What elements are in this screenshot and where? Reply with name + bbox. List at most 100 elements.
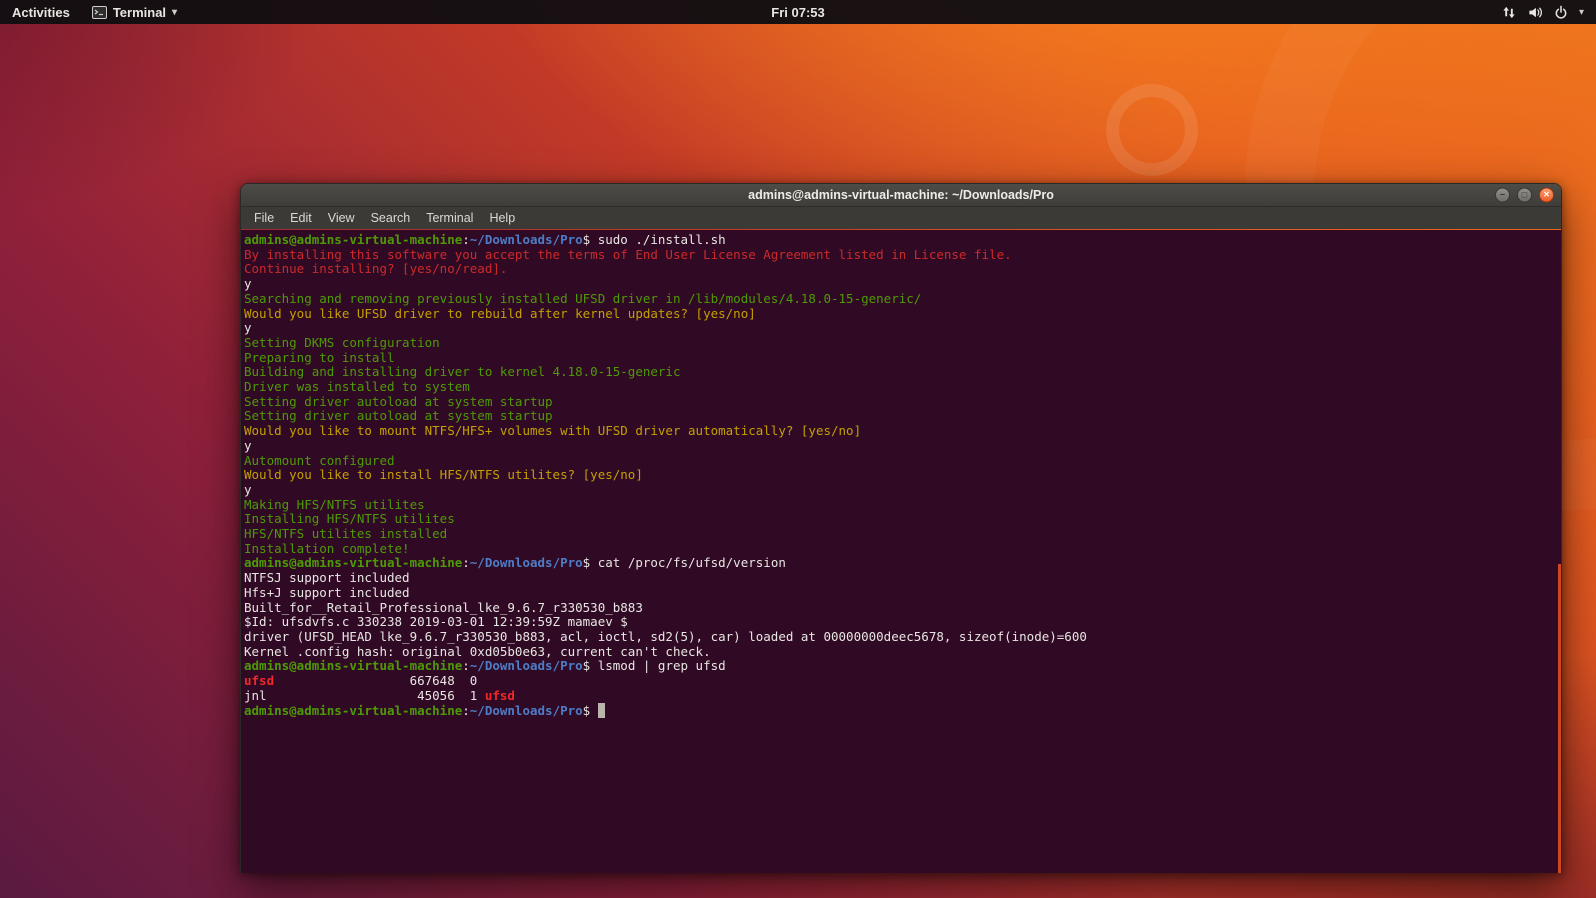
terminal-line: admins@admins-virtual-machine:~/Download… xyxy=(244,702,1561,719)
terminal-text-segment: Setting DKMS configuration xyxy=(244,334,440,350)
terminal-text-segment: Would you like to mount NTFS/HFS+ volume… xyxy=(244,423,862,439)
clock[interactable]: Fri 07:53 xyxy=(771,5,824,20)
terminal-text-segment: ~/Downloads/Pro xyxy=(469,658,583,674)
terminal-text-segment: y xyxy=(244,481,252,497)
terminal-line: Building and installing driver to kernel… xyxy=(244,364,1561,380)
terminal-app-icon xyxy=(91,5,107,19)
chevron-down-icon: ▾ xyxy=(172,6,178,18)
terminal-screen[interactable]: admins@admins-virtual-machine:~/Download… xyxy=(241,230,1561,873)
terminal-line: Automount configured xyxy=(244,452,1561,469)
terminal-line: admins@admins-virtual-machine:~/Download… xyxy=(244,556,1561,571)
terminal-text-segment: 667648 0 xyxy=(274,673,478,689)
terminal-text-segment: ~/Downloads/Pro xyxy=(469,232,583,247)
terminal-text-segment: : xyxy=(462,702,470,718)
terminal-text-segment: HFS/NTFS utilites installed xyxy=(244,526,448,542)
terminal-line: Would you like UFSD driver to rebuild af… xyxy=(244,305,1561,322)
menu-item-edit[interactable]: Edit xyxy=(282,211,320,225)
terminal-text-segment: : xyxy=(462,232,470,247)
menu-item-terminal[interactable]: Terminal xyxy=(418,211,481,225)
terminal-line: Searching and removing previously instal… xyxy=(244,291,1561,307)
window-titlebar[interactable]: admins@admins-virtual-machine: ~/Downloa… xyxy=(241,184,1561,207)
terminal-text-segment: Kernel .config hash: original 0xd05b0e63… xyxy=(244,643,711,659)
terminal-text-segment: Would you like UFSD driver to rebuild af… xyxy=(244,305,756,321)
terminal-line: Hfs+J support included xyxy=(244,584,1561,601)
minimize-button[interactable]: − xyxy=(1495,187,1510,203)
maximize-button[interactable]: □ xyxy=(1517,187,1532,203)
terminal-text-segment: Built_for__Retail_Professional_lke_9.6.7… xyxy=(244,599,643,615)
terminal-line: Would you like to install HFS/NTFS utili… xyxy=(244,467,1561,483)
terminal-line: Setting driver autoload at system startu… xyxy=(244,393,1561,410)
terminal-text-segment: ufsd xyxy=(244,673,275,689)
terminal-line: Installation complete! xyxy=(244,541,1561,557)
terminal-text-segment: : xyxy=(462,555,470,571)
terminal-text-segment: Installing HFS/NTFS utilites xyxy=(244,511,455,527)
terminal-window: admins@admins-virtual-machine: ~/Downloa… xyxy=(240,183,1562,873)
app-menu-terminal[interactable]: Terminal ▾ xyxy=(82,0,187,24)
volume-icon xyxy=(1529,7,1542,17)
terminal-text-segment: $ xyxy=(582,702,598,718)
terminal-text-segment: ~/Downloads/Pro xyxy=(469,702,583,718)
terminal-line: Making HFS/NTFS utilites xyxy=(244,496,1561,513)
terminal-line: Setting driver autoload at system startu… xyxy=(244,409,1561,424)
terminal-text-segment: ~/Downloads/Pro xyxy=(469,555,583,571)
menu-item-file[interactable]: File xyxy=(246,211,282,225)
terminal-text-segment: admins@admins-virtual-machine xyxy=(244,232,463,247)
terminal-line: driver (UFSD_HEAD lke_9.6.7_r330530_b883… xyxy=(244,628,1561,645)
terminal-cursor xyxy=(597,702,606,718)
terminal-text-segment: Would you like to install HFS/NTFS utili… xyxy=(244,467,643,483)
terminal-output: admins@admins-virtual-machine:~/Download… xyxy=(241,230,1561,718)
terminal-text-segment: Making HFS/NTFS utilites xyxy=(244,496,425,512)
terminal-line: Installing HFS/NTFS utilites xyxy=(244,512,1561,527)
terminal-text-segment: admins@admins-virtual-machine xyxy=(244,658,463,674)
terminal-text-segment: Setting driver autoload at system startu… xyxy=(244,408,553,424)
menu-item-help[interactable]: Help xyxy=(481,211,523,225)
terminal-text-segment: y xyxy=(244,437,252,453)
terminal-text-segment: : xyxy=(462,658,470,674)
terminal-text-segment: Building and installing driver to kernel… xyxy=(244,364,681,380)
terminal-line: Would you like to mount NTFS/HFS+ volume… xyxy=(244,423,1561,439)
terminal-line: ufsd 667648 0 xyxy=(244,673,1561,689)
window-title: admins@admins-virtual-machine: ~/Downloa… xyxy=(748,188,1054,202)
terminal-line: y xyxy=(244,276,1561,292)
terminal-line: By installing this software you accept t… xyxy=(244,246,1561,263)
terminal-line: admins@admins-virtual-machine:~/Download… xyxy=(244,232,1561,248)
terminal-text-segment: Driver was installed to system xyxy=(244,379,470,395)
terminal-line: Driver was installed to system xyxy=(244,379,1561,395)
terminal-line: HFS/NTFS utilites installed xyxy=(244,526,1561,542)
terminal-line: $Id: ufsdvfs.c 330238 2019-03-01 12:39:5… xyxy=(244,614,1561,630)
window-controls: − □ × xyxy=(1495,187,1554,203)
system-tray[interactable]: ▾ xyxy=(1501,0,1596,24)
terminal-text-segment: driver (UFSD_HEAD lke_9.6.7_r330530_b883… xyxy=(244,628,1087,644)
terminal-text-segment: $ sudo ./install.sh xyxy=(582,232,726,247)
terminal-text-segment: $ cat /proc/fs/ufsd/version xyxy=(582,555,786,571)
network-icon xyxy=(1503,6,1515,18)
terminal-text-segment: $ lsmod | grep ufsd xyxy=(582,658,726,674)
terminal-text-segment: $Id: ufsdvfs.c 330238 2019-03-01 12:39:5… xyxy=(244,614,628,630)
terminal-text-segment: y xyxy=(244,320,252,336)
terminal-line: Kernel .config hash: original 0xd05b0e63… xyxy=(244,643,1561,660)
terminal-scrollbar[interactable] xyxy=(1558,564,1561,873)
terminal-text-segment: admins@admins-virtual-machine xyxy=(244,702,463,718)
terminal-line: Preparing to install xyxy=(244,350,1561,366)
terminal-line: admins@admins-virtual-machine:~/Download… xyxy=(244,659,1561,674)
terminal-text-segment: By installing this software you accept t… xyxy=(244,246,1012,262)
terminal-line: jnl 45056 1 ufsd xyxy=(244,687,1561,704)
close-button[interactable]: × xyxy=(1539,187,1554,203)
terminal-line: NTFSJ support included xyxy=(244,570,1561,586)
menu-item-view[interactable]: View xyxy=(320,211,363,225)
terminal-text-segment: y xyxy=(244,276,252,292)
terminal-text-segment: ufsd xyxy=(484,687,515,703)
menu-item-search[interactable]: Search xyxy=(363,211,419,225)
terminal-text-segment: Automount configured xyxy=(244,452,395,468)
terminal-text-segment: Continue installing? [yes/no/read]. xyxy=(244,261,508,277)
terminal-line: y xyxy=(244,437,1561,454)
top-bar: Activities Terminal ▾ Fri 07:53 ▾ xyxy=(0,0,1596,24)
app-menu-label: Terminal xyxy=(112,4,167,20)
terminal-line: Built_for__Retail_Professional_lke_9.6.7… xyxy=(244,599,1561,616)
chevron-down-icon: ▾ xyxy=(1578,6,1584,18)
wallpaper-ring-small xyxy=(1106,84,1198,176)
activities-button[interactable]: Activities xyxy=(0,0,82,24)
terminal-text-segment: Setting driver autoload at system startu… xyxy=(244,393,553,409)
terminal-text-segment: Hfs+J support included xyxy=(244,584,410,600)
terminal-text-segment: jnl 45056 1 xyxy=(244,687,485,703)
